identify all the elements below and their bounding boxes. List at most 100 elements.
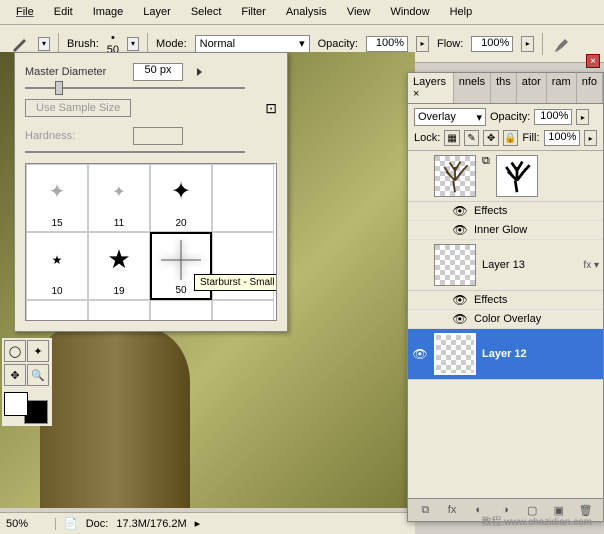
file-info-icon[interactable]: 📄 <box>64 517 78 530</box>
diameter-slider[interactable] <box>25 87 245 89</box>
lock-position-icon[interactable]: ✥ <box>483 130 499 146</box>
lock-all-icon[interactable]: 🔒 <box>503 130 519 146</box>
menu-view[interactable]: View <box>339 4 379 20</box>
lock-label: Lock: <box>414 132 440 144</box>
doc-label: Doc: <box>86 518 109 530</box>
diameter-input[interactable]: 50 px <box>133 63 183 81</box>
brush-preset-row3d[interactable] <box>212 300 274 320</box>
brush-preset-row3c[interactable]: ▦ <box>150 300 212 320</box>
brush-preset-row3b[interactable]: ❋ <box>88 300 150 320</box>
brush-tooltip: Starburst - Small <box>194 274 277 291</box>
tree-artwork <box>40 328 190 508</box>
slider-thumb[interactable] <box>55 81 63 95</box>
blend-mode-select[interactable]: Normal ▾ <box>195 35 310 53</box>
brush-preset-19[interactable]: ★ 19 <box>88 232 150 300</box>
tab-channels[interactable]: nnels <box>454 73 491 103</box>
layer-name-label[interactable]: Layer 13 <box>482 259 577 271</box>
blend-mode-value: Overlay <box>418 111 456 123</box>
play-icon[interactable] <box>197 68 202 76</box>
layer-name-label[interactable]: Layer 12 <box>482 348 599 360</box>
brush-preset-row3a[interactable]: ✦ <box>26 300 88 320</box>
visibility-toggle[interactable]: 👁 <box>452 204 468 218</box>
effects-row-13[interactable]: 👁 Effects <box>408 291 603 310</box>
lock-pixels-icon[interactable]: ✎ <box>464 130 480 146</box>
use-sample-size-button[interactable]: Use Sample Size <box>25 99 131 117</box>
layers-panel: Layers × nnels ths ator ram nfo Overlay … <box>407 72 604 522</box>
brush-size-label: 10 <box>51 286 62 297</box>
menu-image[interactable]: Image <box>85 4 132 20</box>
menu-analysis[interactable]: Analysis <box>278 4 335 20</box>
hardness-slider <box>25 151 245 153</box>
layer-blend-mode-select[interactable]: Overlay ▾ <box>414 108 486 126</box>
wand-tool[interactable]: ✦ <box>27 340 49 362</box>
tab-info[interactable]: nfo <box>577 73 603 103</box>
zoom-tool[interactable]: 🔍 <box>27 364 49 386</box>
lock-transparency-icon[interactable]: ▦ <box>444 130 460 146</box>
effects-row[interactable]: 👁 Effects <box>408 202 603 221</box>
opacity-arrow[interactable]: ▸ <box>416 36 429 52</box>
visibility-toggle[interactable]: 👁 <box>452 293 468 307</box>
layer-opacity-input[interactable]: 100% <box>534 109 572 125</box>
watermark-text: 教程.www.chazidian.com <box>481 513 592 528</box>
opacity-input[interactable]: 100% <box>366 36 408 52</box>
panel-tabs: Layers × nnels ths ator ram nfo <box>408 73 603 104</box>
layer-style-button[interactable]: fx <box>443 502 461 518</box>
layer-thumbnail[interactable] <box>434 155 476 197</box>
menu-select[interactable]: Select <box>183 4 230 20</box>
layer-13[interactable]: Layer 13 fx ▾ <box>408 240 603 291</box>
visibility-toggle[interactable]: 👁 <box>452 312 468 326</box>
effects-label: Effects <box>474 205 507 217</box>
effect-name: Color Overlay <box>474 313 541 325</box>
opacity-arrow[interactable]: ▸ <box>576 109 589 125</box>
layer-thumbnail[interactable] <box>434 333 476 375</box>
layer-mask-thumbnail[interactable] <box>496 155 538 197</box>
tool-preset-dropdown[interactable]: ▾ <box>38 37 50 51</box>
fill-arrow[interactable]: ▸ <box>584 130 597 146</box>
brush-preset-grid: ✦ 15 ✦ 11 ✦ 20 ★ 10 ★ 19 <box>25 163 277 321</box>
flow-arrow[interactable]: ▸ <box>521 36 534 52</box>
chevron-down-icon: ▾ <box>476 111 482 124</box>
tab-ator[interactable]: ator <box>517 73 547 103</box>
layer-tree[interactable]: ⧉ <box>408 151 603 202</box>
close-icon[interactable]: × <box>586 54 600 68</box>
brush-dot-icon: • <box>111 32 115 44</box>
effects-label: Effects <box>474 294 507 306</box>
brush-preset-20[interactable]: ✦ 20 <box>150 164 212 232</box>
move-tool[interactable]: ✥ <box>4 364 26 386</box>
airbrush-icon[interactable] <box>551 33 573 55</box>
brush-size-label: 20 <box>175 218 186 229</box>
flow-input[interactable]: 100% <box>471 36 513 52</box>
lasso-tool[interactable]: ◯ <box>4 340 26 362</box>
menu-help[interactable]: Help <box>442 4 481 20</box>
layer-thumbnail[interactable] <box>434 244 476 286</box>
visibility-toggle[interactable]: 👁 <box>452 223 468 237</box>
menu-file[interactable]: File <box>8 4 42 20</box>
brush-preset-11[interactable]: ✦ 11 <box>88 164 150 232</box>
fill-input[interactable]: 100% <box>544 130 581 146</box>
effect-color-overlay[interactable]: 👁 Color Overlay <box>408 310 603 329</box>
fx-badge[interactable]: fx ▾ <box>583 260 599 271</box>
tab-layers[interactable]: Layers × <box>408 73 454 103</box>
foreground-color[interactable] <box>4 392 28 416</box>
menu-window[interactable]: Window <box>382 4 437 20</box>
link-icon[interactable]: ⧉ <box>482 155 490 168</box>
brush-dropdown[interactable]: ▾ <box>127 37 139 51</box>
effect-inner-glow[interactable]: 👁 Inner Glow <box>408 221 603 240</box>
tab-ram[interactable]: ram <box>547 73 577 103</box>
brush-preset-10[interactable]: ★ 10 <box>26 232 88 300</box>
new-preset-icon[interactable]: ⊡ <box>265 100 277 117</box>
brush-size-label: 11 <box>114 218 124 229</box>
visibility-toggle[interactable]: 👁 <box>412 347 428 361</box>
brush-preset-panel: Master Diameter 50 px Use Sample Size ⊡ … <box>14 52 288 332</box>
brush-preset-15[interactable]: ✦ 15 <box>26 164 88 232</box>
menu-filter[interactable]: Filter <box>233 4 273 20</box>
color-swatch[interactable] <box>4 392 48 424</box>
menu-edit[interactable]: Edit <box>46 4 81 20</box>
status-arrow[interactable]: ▸ <box>195 517 201 530</box>
tab-paths[interactable]: ths <box>491 73 517 103</box>
brush-preset-blank1[interactable] <box>212 164 274 232</box>
menu-layer[interactable]: Layer <box>135 4 179 20</box>
layer-12-selected[interactable]: 👁 Layer 12 <box>408 329 603 380</box>
zoom-level-input[interactable]: 50% <box>6 518 56 530</box>
link-layers-button[interactable]: ⧉ <box>416 502 434 518</box>
